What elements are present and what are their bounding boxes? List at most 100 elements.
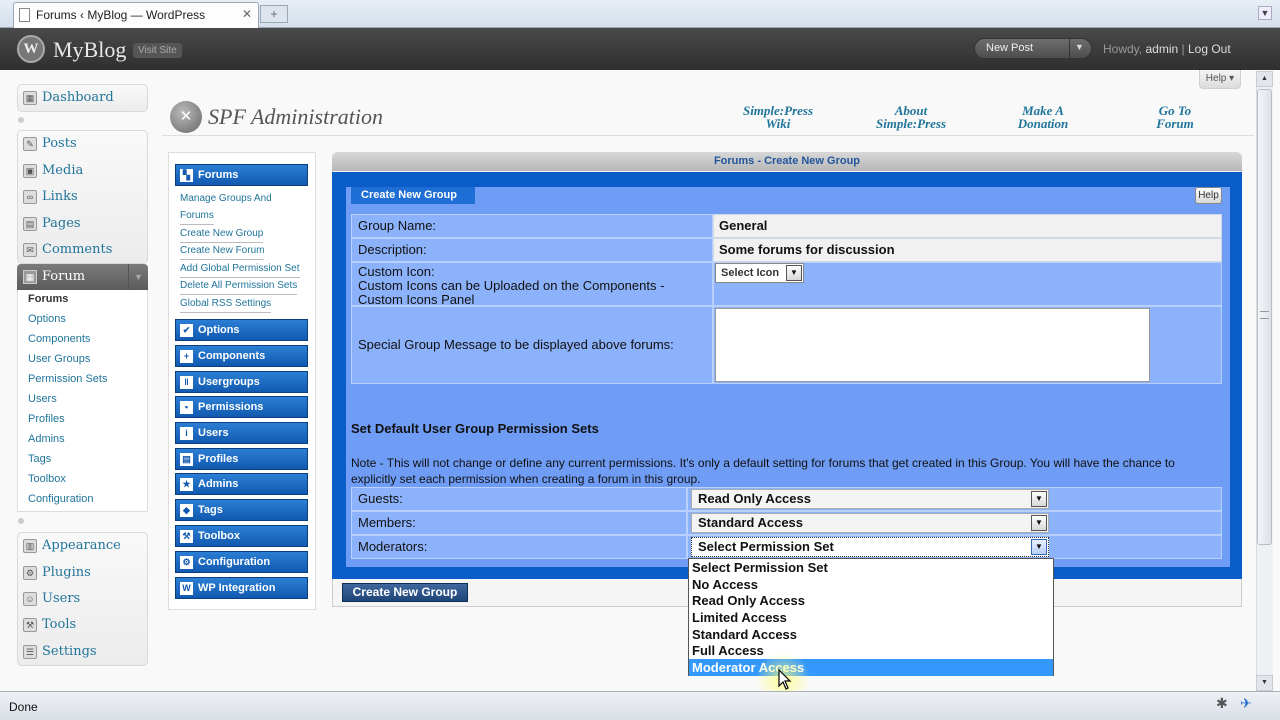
spf-menu-tags[interactable]: ◆ Tags xyxy=(175,499,308,521)
go-to-forum-link[interactable]: Go To Forum xyxy=(1110,104,1240,130)
new-tab-button[interactable]: + xyxy=(260,5,288,23)
spf-menu-forums[interactable]: ▚ Forums xyxy=(175,164,308,186)
menu-item-comments[interactable]: ✉ Comments xyxy=(17,237,148,263)
description-label: Description: xyxy=(351,238,713,262)
spf-menu-users[interactable]: i Users xyxy=(175,422,308,444)
scroll-down-icon[interactable]: ▼ xyxy=(1256,675,1273,691)
create-new-group-link[interactable]: Create New Group xyxy=(180,225,264,243)
submenu-item-admins[interactable]: Admins xyxy=(28,433,65,445)
menu-item-media[interactable]: ▣ Media xyxy=(17,158,148,184)
menu-item-dashboard[interactable]: ▦ Dashboard xyxy=(17,85,148,111)
chevron-down-icon[interactable]: ▼ xyxy=(1031,515,1047,531)
submenu-item-forums[interactable]: Forums xyxy=(28,293,68,305)
menu-label: Links xyxy=(42,189,78,204)
username-link[interactable]: admin xyxy=(1145,42,1178,56)
submenu-item-profiles[interactable]: Profiles xyxy=(28,413,65,425)
network-icon[interactable]: ✈ xyxy=(1240,695,1258,713)
menu-item-settings[interactable]: ☰ Settings xyxy=(17,639,148,665)
help-tab[interactable]: Help ▾ xyxy=(1199,70,1241,89)
panel-title: Forums - Create New Group xyxy=(332,152,1242,171)
spf-menu-label: Usergroups xyxy=(198,376,260,388)
menu-item-links[interactable]: ∞ Links xyxy=(17,184,148,210)
spf-menu-profiles[interactable]: ▤ Profiles xyxy=(175,448,308,470)
visit-site-button[interactable]: Visit Site xyxy=(133,43,182,58)
site-title[interactable]: MyBlog xyxy=(53,37,126,63)
submenu-item-tags[interactable]: Tags xyxy=(28,453,51,465)
moderators-permission-select[interactable]: Select Permission Set xyxy=(691,537,1049,557)
submenu-item-configuration[interactable]: Configuration xyxy=(28,493,93,505)
plugin-icon: ⚙ xyxy=(23,566,37,580)
wiki-link[interactable]: Simple:Press Wiki xyxy=(713,104,843,130)
separator: | xyxy=(1181,42,1185,56)
new-post-button[interactable]: New Post ▼ xyxy=(974,38,1092,59)
spf-menu-wp-integration[interactable]: W WP Integration xyxy=(175,577,308,599)
manage-groups-link-cont[interactable]: Forums xyxy=(180,207,214,225)
user-icon: i xyxy=(180,427,193,440)
create-new-group-button[interactable]: Create New Group xyxy=(342,583,468,602)
menu-item-pages[interactable]: ▤ Pages xyxy=(17,211,148,237)
spf-menu-components[interactable]: + Components xyxy=(175,345,308,367)
manage-groups-link[interactable]: Manage Groups And xyxy=(180,190,272,207)
chevron-down-icon[interactable]: ▼ xyxy=(786,265,802,281)
status-text: Done xyxy=(9,700,38,714)
spf-menu-usergroups[interactable]: ǁ Usergroups xyxy=(175,371,308,393)
description-input[interactable]: Some forums for discussion xyxy=(713,238,1222,262)
submenu-item-toolbox[interactable]: Toolbox xyxy=(28,473,66,485)
dropdown-option[interactable]: Select Permission Set xyxy=(689,559,1053,576)
about-link[interactable]: About Simple:Press xyxy=(846,104,976,130)
spf-menu-configuration[interactable]: ⚙ Configuration xyxy=(175,551,308,573)
group-message-textarea[interactable] xyxy=(715,308,1150,382)
dropdown-option[interactable]: Full Access xyxy=(689,642,1053,659)
scrollbar-grip xyxy=(1260,311,1269,319)
submenu-item-components[interactable]: Components xyxy=(28,333,90,345)
scroll-up-icon[interactable]: ▲ xyxy=(1256,71,1273,87)
media-icon: ▣ xyxy=(23,164,37,178)
chevron-down-icon[interactable]: ▼ xyxy=(1031,491,1047,507)
spf-menu-permissions[interactable]: ▪ Permissions xyxy=(175,396,308,418)
add-global-permission-link[interactable]: Add Global Permission Set xyxy=(180,260,300,278)
wordpress-logo-icon[interactable]: W xyxy=(17,35,45,63)
users-icon: ☺ xyxy=(23,592,37,606)
dashboard-icon: ▦ xyxy=(23,91,37,105)
spf-menu-toolbox[interactable]: ⚒ Toolbox xyxy=(175,525,308,547)
submenu-item-users[interactable]: Users xyxy=(28,393,57,405)
chevron-down-icon[interactable]: ▼ xyxy=(1031,539,1047,555)
dropdown-option-highlighted[interactable]: Moderator Access xyxy=(689,659,1053,676)
submenu-item-user-groups[interactable]: User Groups xyxy=(28,353,90,365)
menu-item-plugins[interactable]: ⚙ Plugins xyxy=(17,560,148,586)
logout-link[interactable]: Log Out xyxy=(1188,42,1231,56)
submenu-item-permission-sets[interactable]: Permission Sets xyxy=(28,373,107,385)
group-name-input[interactable]: General xyxy=(713,214,1222,238)
menu-item-posts[interactable]: ✎ Posts xyxy=(17,131,148,157)
delete-permission-sets-link[interactable]: Delete All Permission Sets xyxy=(180,277,298,295)
donation-link[interactable]: Make A Donation xyxy=(978,104,1108,130)
addon-icon[interactable]: ✱ xyxy=(1216,695,1234,713)
dropdown-option[interactable]: Read Only Access xyxy=(689,592,1053,609)
dropdown-option[interactable]: No Access xyxy=(689,576,1053,593)
help-button[interactable]: Help xyxy=(1195,187,1222,204)
menu-item-tools[interactable]: ⚒ Tools xyxy=(17,612,148,638)
global-rss-settings-link[interactable]: Global RSS Settings xyxy=(180,295,272,313)
create-new-forum-link[interactable]: Create New Forum xyxy=(180,242,265,260)
close-tab-icon[interactable]: ✕ xyxy=(242,7,252,21)
members-permission-select[interactable]: Standard Access xyxy=(691,513,1049,533)
menu-item-forum[interactable]: ▦ Forum ▼ xyxy=(17,264,148,290)
spf-menu-admins[interactable]: ★ Admins xyxy=(175,473,308,495)
menu-item-appearance[interactable]: ▥ Appearance xyxy=(17,533,148,559)
chevron-down-icon[interactable]: ▼ xyxy=(128,264,148,290)
browser-tab[interactable]: Forums ‹ MyBlog — WordPress ✕ xyxy=(13,2,259,28)
group-name-label: Group Name: xyxy=(351,214,713,238)
spf-menu-options[interactable]: ✔ Options xyxy=(175,319,308,341)
menu-label: Forum xyxy=(42,269,86,284)
spf-menu-label: Admins xyxy=(198,478,239,490)
appearance-icon: ▥ xyxy=(23,539,37,553)
chevron-down-icon[interactable]: ▼ xyxy=(1258,6,1272,20)
chevron-down-icon[interactable]: ▼ xyxy=(1075,42,1084,52)
dropdown-option[interactable]: Standard Access xyxy=(689,626,1053,643)
submenu-item-options[interactable]: Options xyxy=(28,313,66,325)
spf-menu-label: Permissions xyxy=(198,401,264,413)
menu-label: Posts xyxy=(42,136,77,151)
menu-item-users[interactable]: ☺ Users xyxy=(17,586,148,612)
dropdown-option[interactable]: Limited Access xyxy=(689,609,1053,626)
guests-permission-select[interactable]: Read Only Access xyxy=(691,489,1049,509)
